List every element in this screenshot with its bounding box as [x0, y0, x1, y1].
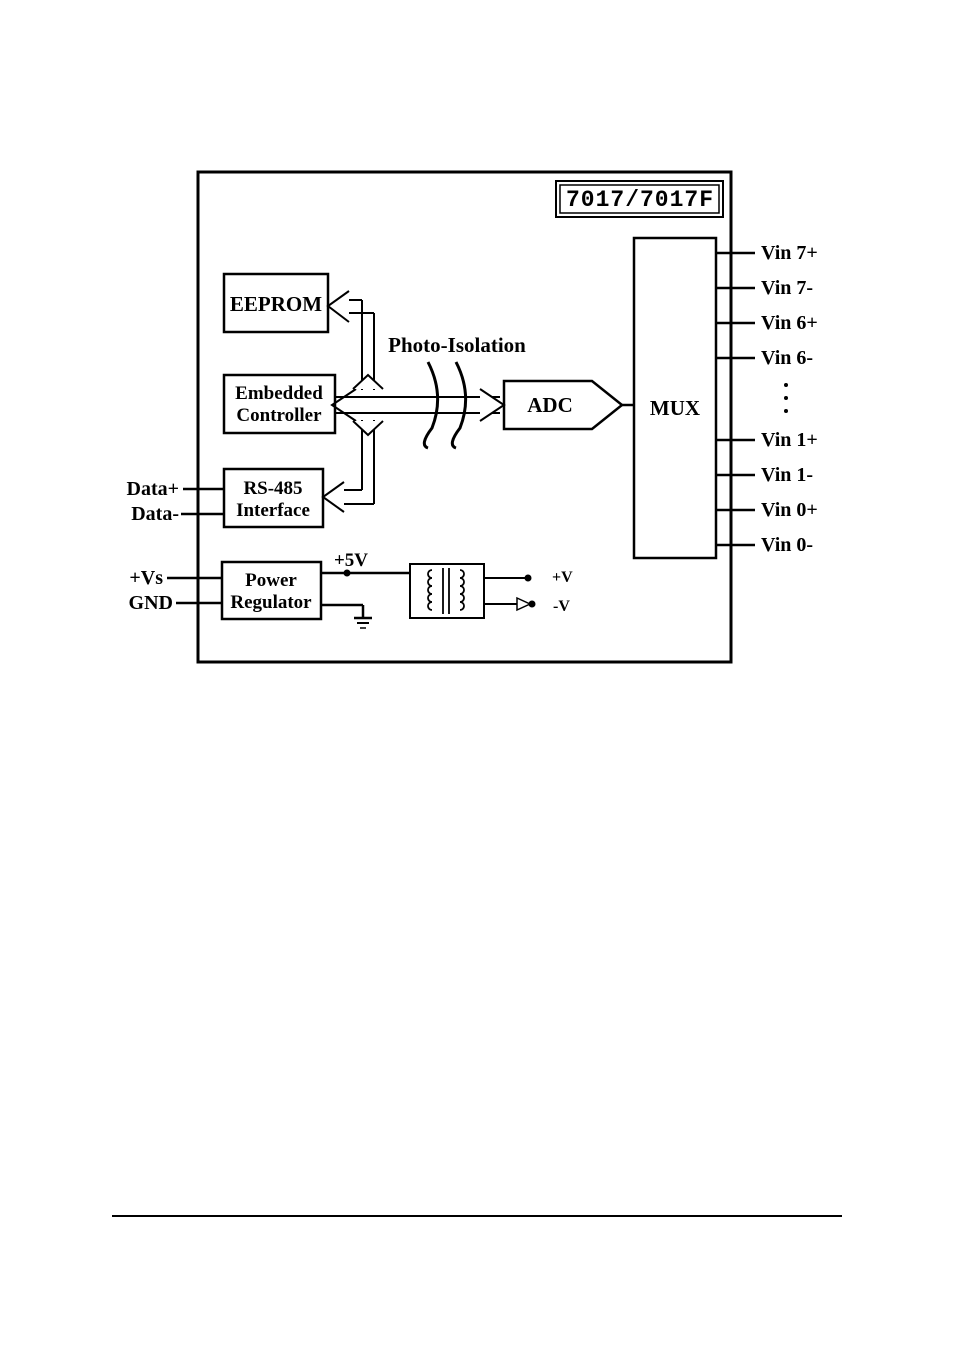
transformer-box — [410, 564, 484, 618]
controller-label-1: Embedded — [235, 383, 323, 404]
rs485-label-1: RS-485 — [243, 478, 302, 499]
iso-label: Photo-Isolation — [388, 333, 526, 357]
power-label-1: Power — [245, 570, 297, 591]
port-vin0m: Vin 0- — [761, 534, 813, 556]
iso-curve-1 — [424, 362, 437, 448]
power-label-2: Regulator — [230, 592, 312, 613]
port-gnd: GND — [129, 592, 173, 614]
port-vin7m: Vin 7- — [761, 277, 813, 299]
block-diagram: 7017/7017F EEPROM Embedded Controller RS… — [0, 0, 954, 1351]
port-vin6p: Vin 6+ — [761, 312, 818, 334]
plus-v-label: +V — [552, 569, 573, 586]
arrow-controller-adc — [332, 389, 504, 421]
port-vin6m: Vin 6- — [761, 347, 813, 369]
port-vin1p: Vin 1+ — [761, 429, 818, 451]
title-text: 7017/7017F — [566, 187, 714, 213]
rs485-label-2: Interface — [236, 500, 310, 521]
minus-v-label: -V — [553, 598, 570, 615]
port-vs: +Vs — [129, 567, 163, 589]
adc-label: ADC — [527, 393, 573, 417]
node-minus-v — [529, 601, 536, 608]
port-vin1m: Vin 1- — [761, 464, 813, 486]
port-data-minus: Data- — [131, 503, 179, 525]
eeprom-label: EEPROM — [230, 292, 322, 316]
port-data-plus: Data+ — [127, 478, 180, 500]
port-vin7p: Vin 7+ — [761, 242, 818, 264]
mux-label: MUX — [650, 396, 700, 420]
controller-label-2: Controller — [236, 405, 322, 426]
port-vin0p: Vin 0+ — [761, 499, 818, 521]
iso-curve-2 — [452, 362, 465, 448]
node-plus-v — [525, 575, 532, 582]
arrow-minus-v — [517, 598, 530, 610]
transformer-coils — [428, 568, 464, 614]
five-v-label: +5V — [334, 550, 368, 571]
